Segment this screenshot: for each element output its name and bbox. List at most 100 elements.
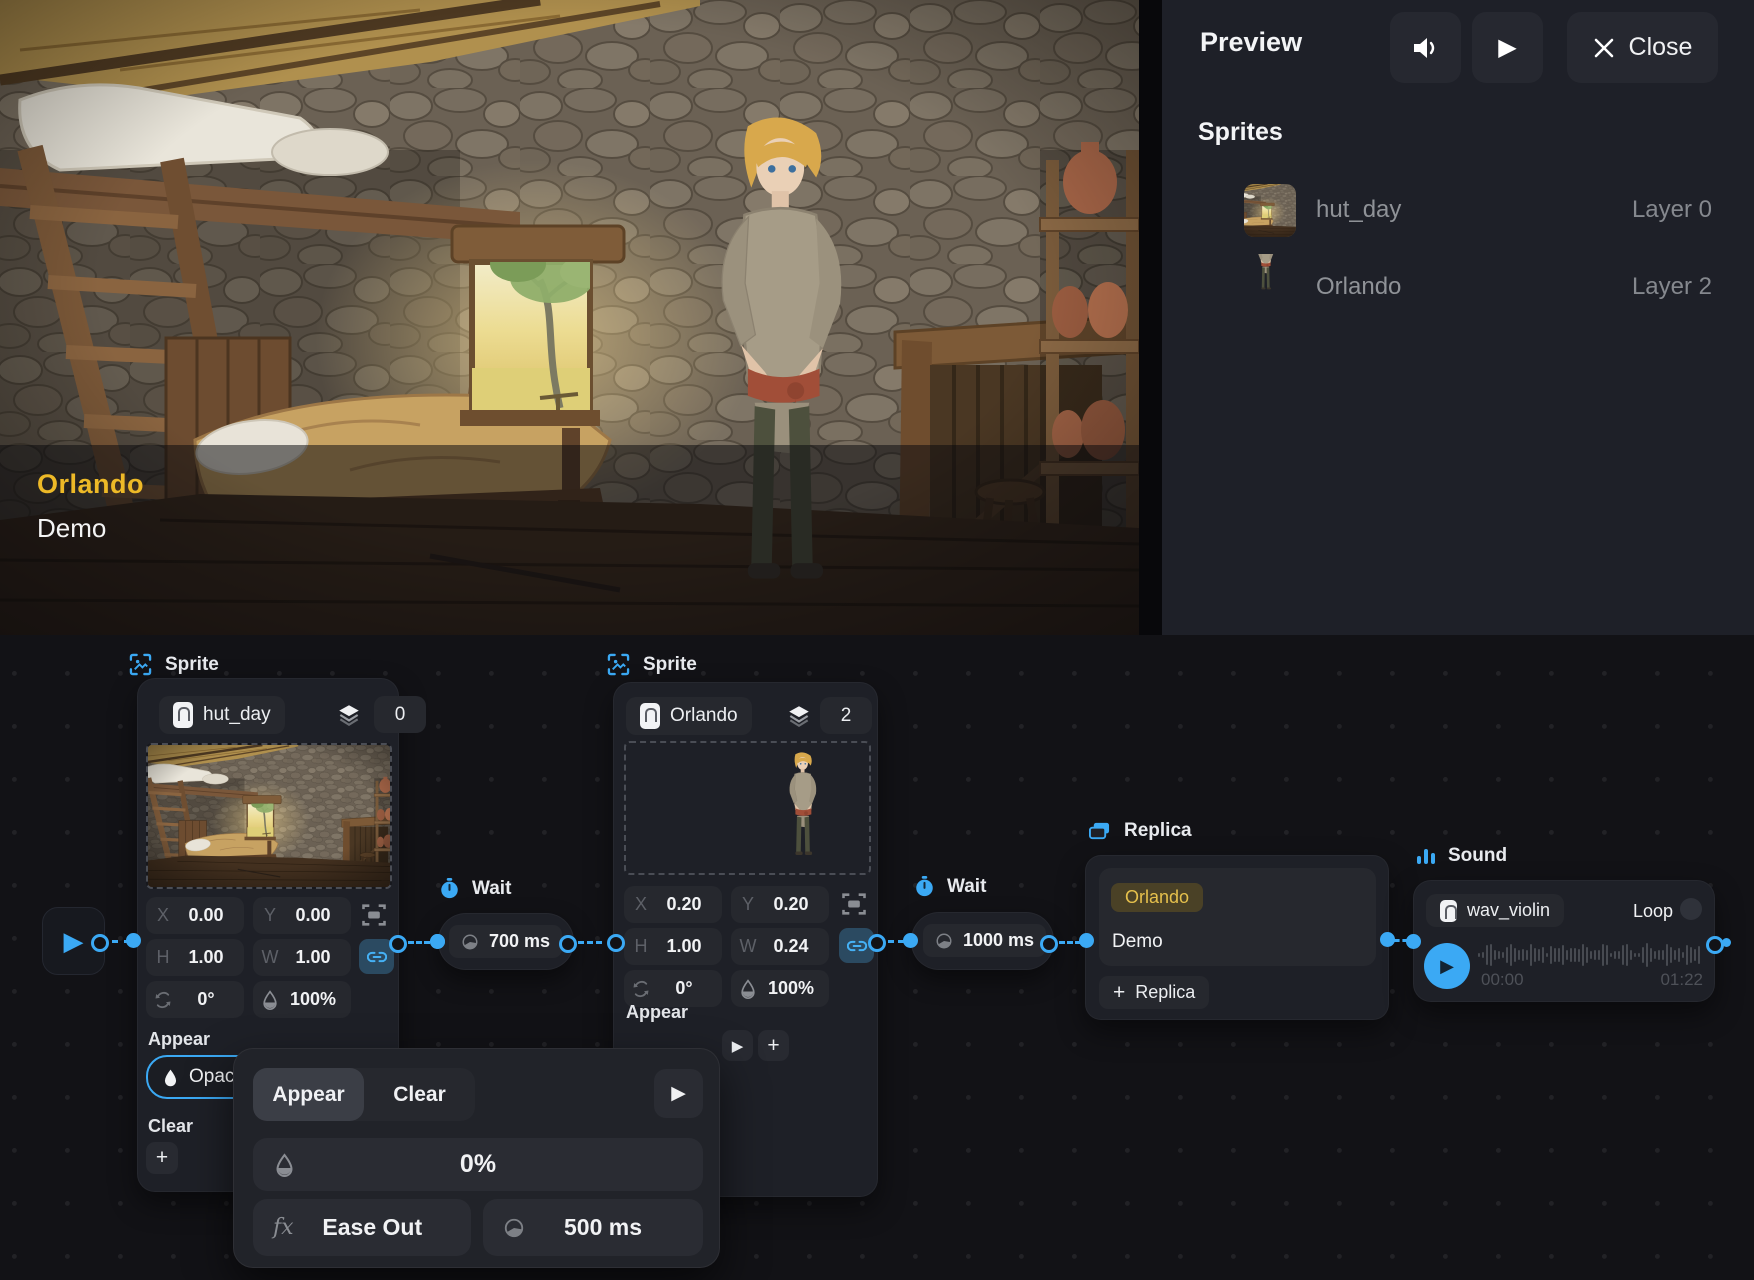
sprite1-thumbnail[interactable]	[146, 743, 392, 889]
replica-text[interactable]: Demo	[1112, 931, 1163, 953]
wait1-duration-field[interactable]: 700 ms	[449, 925, 562, 958]
sprite2-y-field[interactable]: Y 0.20	[731, 886, 829, 923]
node-canvas[interactable]: ▶ Sprite hut_day 0	[0, 635, 1754, 1280]
replica-input-port[interactable]	[1079, 933, 1094, 948]
add-replica-button[interactable]: + Replica	[1099, 976, 1209, 1009]
sprite2-appear-play-button[interactable]: ▶	[722, 1030, 753, 1061]
droplet-icon	[162, 1068, 179, 1087]
sprite-layer: Layer 2	[1632, 273, 1712, 301]
sound-output-port[interactable]	[1706, 936, 1724, 954]
sound-play-button[interactable]: ▶	[1424, 943, 1470, 989]
sprite1-y-field[interactable]: Y 0.00	[253, 897, 351, 934]
sound-node[interactable]: wav_violin Loop ▶ 00:00 01:22	[1413, 880, 1715, 1002]
sprite2-add-appear-button[interactable]: +	[758, 1030, 789, 1061]
sprite1-opacity-field[interactable]: 100%	[253, 981, 351, 1018]
speaker-name: Orlando	[1125, 887, 1189, 908]
close-button[interactable]: Close	[1567, 12, 1718, 83]
sprite2-layer-chip[interactable]: 2	[820, 697, 872, 734]
node-title: Wait	[472, 878, 511, 900]
wait2-input-port[interactable]	[903, 933, 918, 948]
sound-input-port[interactable]	[1406, 934, 1421, 949]
param-value: 0.20	[658, 894, 722, 915]
replica-content[interactable]: Orlando Demo	[1099, 868, 1376, 966]
opacity-value: 0%	[253, 1150, 703, 1179]
popup-play-button[interactable]: ▶	[654, 1069, 703, 1118]
fit-frame-icon[interactable]	[360, 901, 388, 929]
sprite1-add-clear-button[interactable]: +	[146, 1142, 178, 1174]
sprite2-thumbnail[interactable]	[624, 741, 871, 875]
connector-line	[578, 941, 602, 944]
sprite1-input-port[interactable]	[126, 933, 141, 948]
sprite2-h-field[interactable]: H 1.00	[624, 928, 722, 965]
tab-clear[interactable]: Clear	[364, 1068, 475, 1121]
replica-header: Replica	[1088, 820, 1192, 842]
play-icon: ▶	[64, 928, 84, 954]
play-button[interactable]: ▶	[1472, 12, 1543, 83]
layers-icon	[786, 703, 812, 729]
appear-section-label: Appear	[148, 1029, 210, 1050]
preview-stage: Orlando Demo	[0, 0, 1139, 635]
play-icon: ▶	[671, 1082, 686, 1105]
start-output-port[interactable]	[91, 934, 109, 952]
popup-opacity-field[interactable]: 0%	[253, 1138, 703, 1191]
sprite-name: hut_day	[1316, 196, 1401, 224]
wait1-node[interactable]: 700 ms	[438, 913, 574, 970]
connector-line	[888, 940, 904, 943]
time-total: 01:22	[1660, 970, 1703, 990]
asset-name: wav_violin	[1467, 900, 1550, 921]
stopwatch-icon	[440, 878, 459, 900]
sprite1-layer-chip[interactable]: 0	[374, 696, 426, 733]
replica-node[interactable]: Orlando Demo + Replica	[1085, 855, 1389, 1020]
param-value: 1.00	[658, 936, 722, 957]
sound-asset-chip[interactable]: wav_violin	[1426, 894, 1564, 927]
close-label: Close	[1629, 33, 1693, 62]
sprite1-asset-chip[interactable]: hut_day	[159, 696, 285, 734]
sprite2-asset-chip[interactable]: Orlando	[626, 697, 752, 735]
sprite2-header: Sprite	[607, 653, 697, 676]
sprite1-w-field[interactable]: W 1.00	[253, 939, 351, 976]
sprite2-w-field[interactable]: W 0.24	[731, 928, 829, 965]
popup-easing-field[interactable]: fx Ease Out	[253, 1199, 471, 1256]
asset-name: Orlando	[670, 705, 738, 727]
dangling-connector-dot	[1722, 938, 1731, 947]
sprite2-output-port[interactable]	[868, 934, 886, 952]
fit-frame-icon[interactable]	[840, 890, 868, 918]
sprite-list-item-hut-day[interactable]: hut_day Layer 0	[1198, 175, 1718, 245]
param-value: 0.00	[287, 905, 351, 926]
loop-toggle[interactable]	[1680, 898, 1702, 920]
sprites-heading: Sprites	[1198, 118, 1283, 147]
param-label: W	[731, 936, 765, 957]
param-label: H	[146, 947, 180, 968]
wait2-output-port[interactable]	[1040, 935, 1058, 953]
add-replica-label: Replica	[1135, 982, 1195, 1003]
wait1-output-port[interactable]	[559, 935, 577, 953]
sprite2-input-port[interactable]	[607, 934, 625, 952]
stopwatch-icon	[915, 876, 934, 898]
play-icon: ▶	[732, 1037, 744, 1055]
param-label: Y	[731, 894, 765, 915]
sprite-name: Orlando	[1316, 273, 1401, 301]
sound-header: Sound	[1417, 845, 1507, 867]
sprite1-output-port[interactable]	[389, 935, 407, 953]
popup-duration-field[interactable]: 500 ms	[483, 1199, 703, 1256]
clear-section-label: Clear	[148, 1116, 193, 1137]
sound-waveform[interactable]	[1478, 941, 1704, 969]
sprite2-x-field[interactable]: X 0.20	[624, 886, 722, 923]
appear-section-label: Appear	[626, 1002, 688, 1023]
appear-action-popup[interactable]: Appear Clear ▶ 0% fx Ease Out	[233, 1048, 720, 1268]
sprite1-rotation-field[interactable]: 0°	[146, 981, 244, 1018]
param-value: 1.00	[180, 947, 244, 968]
tab-appear[interactable]: Appear	[253, 1068, 364, 1121]
layer-value: 0	[395, 704, 406, 726]
wait2-duration-field[interactable]: 1000 ms	[923, 924, 1046, 957]
sprite1-h-field[interactable]: H 1.00	[146, 939, 244, 976]
sprite2-opacity-field[interactable]: 100%	[731, 970, 829, 1007]
droplet-icon	[253, 990, 287, 1010]
speaker-icon	[1412, 36, 1440, 60]
sprite1-x-field[interactable]: X 0.00	[146, 897, 244, 934]
wait2-node[interactable]: 1000 ms	[911, 912, 1054, 970]
sprite-list-item-orlando[interactable]: Orlando Layer 2	[1198, 252, 1718, 322]
volume-button[interactable]	[1390, 12, 1461, 83]
replica-output-port[interactable]	[1380, 932, 1395, 947]
replica-speaker-chip[interactable]: Orlando	[1111, 883, 1203, 912]
